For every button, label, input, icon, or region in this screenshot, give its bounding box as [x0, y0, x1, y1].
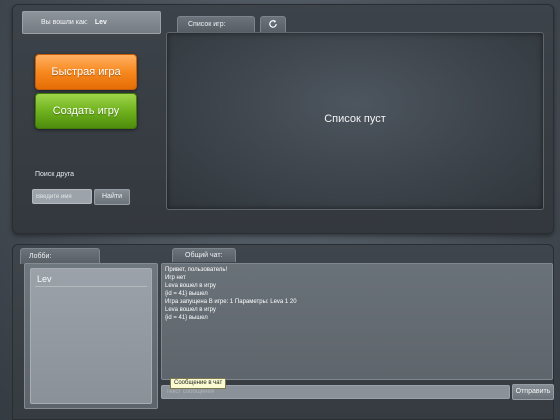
- chat-input-tooltip: Сообщение в чат: [170, 378, 227, 389]
- chat-messages: Привет, пользователь! Игр нет Leva вошел…: [161, 263, 553, 380]
- chat-message: Leva вошел в игру: [165, 283, 216, 289]
- tab-games-list[interactable]: Список игр:: [177, 16, 255, 32]
- send-button[interactable]: Отправить: [512, 384, 554, 400]
- chat-message: Leva вошел в игру: [165, 307, 216, 313]
- find-button[interactable]: Найти: [94, 189, 130, 205]
- friend-name-input[interactable]: [32, 189, 92, 204]
- chat-message: Игр нет: [165, 275, 186, 281]
- games-list-panel: Список пуст: [166, 32, 544, 210]
- lobby-player-item[interactable]: Lev: [35, 272, 147, 287]
- chat-message: {id = 41} вышел: [165, 315, 208, 321]
- chat-message: Игра запущена В игре: 1 Параметры: Leva …: [165, 299, 297, 305]
- lobby-player-list: Lev: [30, 268, 152, 404]
- lobby-panel: Lev: [24, 263, 158, 409]
- refresh-icon: [269, 19, 277, 28]
- logged-in-label: Вы вошли как:: [41, 19, 88, 26]
- username: Lev: [94, 19, 107, 26]
- user-info: Вы вошли как: Lev: [22, 11, 161, 34]
- create-game-button[interactable]: Создать игру: [35, 93, 137, 129]
- refresh-button[interactable]: [260, 16, 286, 33]
- chat-message: {id = 41} вышел: [165, 291, 208, 297]
- friend-search-label: Поиск друга: [35, 171, 75, 178]
- chat-message: Привет, пользователь!: [165, 267, 228, 273]
- quick-game-button[interactable]: Быстрая игра: [35, 54, 137, 90]
- empty-list-message: Список пуст: [324, 113, 386, 125]
- tab-general-chat[interactable]: Общий чат:: [172, 248, 236, 262]
- tab-lobby[interactable]: Лобби:: [20, 248, 100, 264]
